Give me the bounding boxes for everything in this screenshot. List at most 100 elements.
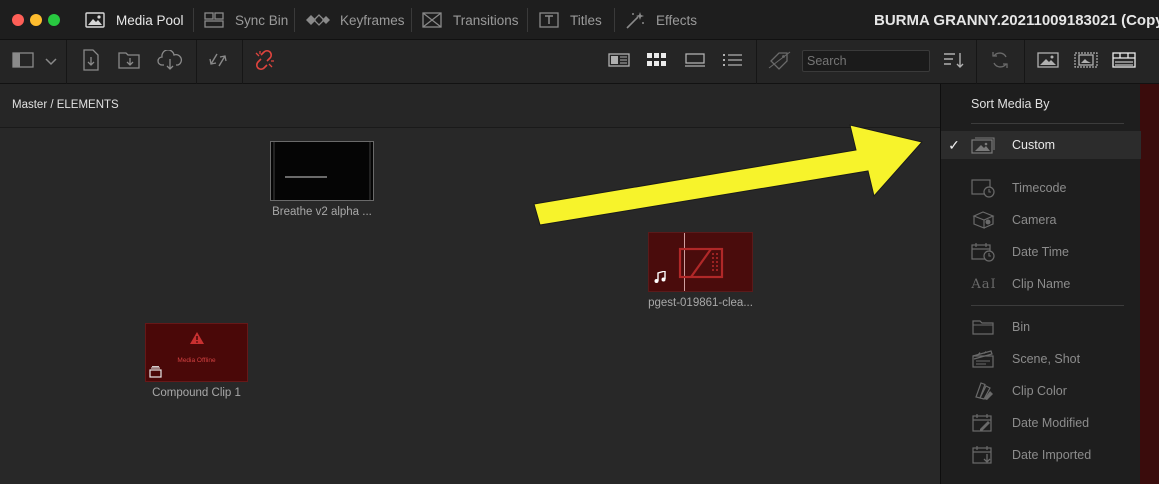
breadcrumb[interactable]: Master / ELEMENTS xyxy=(12,99,119,111)
keyframes-icon xyxy=(304,11,330,29)
media-offline-badge: Media Offline xyxy=(177,357,216,364)
sort-option-bin[interactable]: Bin xyxy=(941,313,1141,341)
filmstrip-view-button[interactable] xyxy=(682,48,708,76)
split-view-button[interactable] xyxy=(1110,48,1138,76)
menu-item-label: Bin xyxy=(1012,320,1031,334)
tab-divider xyxy=(294,8,295,32)
import-folder-button[interactable] xyxy=(116,48,144,76)
sort-option-scene-shot[interactable]: Scene, Shot xyxy=(941,345,1141,373)
sort-option-custom[interactable]: ✓ Custom xyxy=(941,131,1141,159)
metadata-tag-button[interactable] xyxy=(766,48,794,76)
toolbar-divider xyxy=(66,40,67,84)
sort-option-date-time[interactable]: Date Time xyxy=(941,238,1141,266)
sidebar-options-button[interactable] xyxy=(40,48,62,76)
thumbnail-view-button[interactable] xyxy=(644,48,670,76)
toolbar-divider xyxy=(1024,40,1025,84)
menu-header: Sort Media By xyxy=(971,97,1050,111)
import-folder-icon xyxy=(118,50,142,75)
chevron-down-icon xyxy=(45,53,57,71)
filmstrip-view-icon xyxy=(684,52,706,72)
sidebar-icon xyxy=(12,51,34,73)
camera-icon xyxy=(971,210,997,230)
timecode-icon xyxy=(971,178,997,198)
menu-item-label: Scene, Shot xyxy=(1012,352,1081,366)
menu-divider xyxy=(971,305,1124,306)
sync-bin-icon xyxy=(203,11,225,29)
import-media-button[interactable] xyxy=(78,48,104,76)
toolbar-divider xyxy=(976,40,977,84)
clip-thumbnail[interactable] xyxy=(648,232,753,292)
broken-link-icon xyxy=(252,49,276,76)
sort-option-timecode[interactable]: Timecode xyxy=(941,174,1141,202)
tab-effects[interactable]: Effects xyxy=(624,0,697,40)
sort-icon xyxy=(943,51,965,74)
refresh-button[interactable] xyxy=(986,48,1014,76)
metadata-view-icon xyxy=(608,52,630,72)
app-window: Media Pool Sync Bin Keyframes Transition… xyxy=(0,0,1159,484)
tab-titles[interactable]: Titles xyxy=(538,0,602,40)
clip-name-icon: AaI xyxy=(971,276,997,292)
tab-label: Transitions xyxy=(453,12,519,28)
top-tab-bar: Media Pool Sync Bin Keyframes Transition… xyxy=(0,0,1159,40)
clip-color-icon xyxy=(971,381,997,401)
zoom-window-button[interactable] xyxy=(48,14,60,26)
cloud-import-button[interactable] xyxy=(156,48,184,76)
sort-option-camera[interactable]: Camera xyxy=(941,206,1141,234)
tab-divider xyxy=(411,8,412,32)
project-title: BURMA GRANNY.20211009183021 (Copy xyxy=(874,12,1159,29)
clip-inspector-view-button[interactable] xyxy=(1072,48,1100,76)
toolbar-divider xyxy=(756,40,757,84)
toolbar-divider xyxy=(196,40,197,84)
tab-label: Titles xyxy=(570,12,602,28)
toggle-sidebar-button[interactable] xyxy=(10,48,36,76)
media-pool-content: Breathe v2 alpha ... pgest-019861-clea..… xyxy=(0,129,940,484)
audio-note-icon xyxy=(654,270,666,286)
bin-path-bar: Master / ELEMENTS xyxy=(0,84,940,128)
tab-keyframes[interactable]: Keyframes xyxy=(304,0,405,40)
custom-sort-icon xyxy=(971,135,997,155)
tab-label: Media Pool xyxy=(116,12,184,28)
sort-option-clip-color[interactable]: Clip Color xyxy=(941,377,1141,405)
tab-transitions[interactable]: Transitions xyxy=(421,0,519,40)
sort-option-date-imported[interactable]: Date Imported xyxy=(941,441,1141,469)
clip-thumbnail[interactable] xyxy=(270,141,374,201)
sort-media-button[interactable] xyxy=(940,48,968,76)
tab-label: Keyframes xyxy=(340,12,405,28)
date-imported-icon xyxy=(971,445,997,465)
relink-button[interactable] xyxy=(204,48,232,76)
menu-item-label: Custom xyxy=(1012,138,1056,152)
clip-label: pgest-019861-clea... xyxy=(648,297,753,309)
image-icon xyxy=(1037,51,1059,73)
metadata-view-button[interactable] xyxy=(606,48,632,76)
date-modified-icon xyxy=(971,413,997,433)
menu-item-label: Date Time xyxy=(1012,245,1069,259)
tab-sync-bin[interactable]: Sync Bin xyxy=(203,0,288,40)
thumbnail-edge xyxy=(369,142,371,200)
date-time-icon xyxy=(971,242,997,262)
clip-thumbnail[interactable]: Media Offline xyxy=(145,323,248,382)
checkmark-icon: ✓ xyxy=(948,136,960,153)
grid-icon xyxy=(647,52,667,72)
refresh-icon xyxy=(990,50,1010,75)
tab-media-pool[interactable]: Media Pool xyxy=(84,0,184,40)
media-pool-toolbar xyxy=(0,40,1159,84)
menu-item-label: Clip Color xyxy=(1012,384,1067,398)
close-window-button[interactable] xyxy=(12,14,24,26)
still-image-view-button[interactable] xyxy=(1034,48,1062,76)
compound-clip-icon xyxy=(149,365,162,383)
tab-label: Effects xyxy=(656,12,698,28)
sort-option-date-modified[interactable]: Date Modified xyxy=(941,409,1141,437)
sort-option-clip-name[interactable]: AaI Clip Name xyxy=(941,270,1141,298)
menu-item-label: Date Modified xyxy=(1012,416,1090,430)
list-view-button[interactable] xyxy=(720,48,746,76)
tab-divider xyxy=(193,8,194,32)
clip-label: Breathe v2 alpha ... xyxy=(272,206,372,218)
film-frame-icon xyxy=(1074,51,1098,73)
menu-item-label: Camera xyxy=(1012,213,1057,227)
search-input[interactable] xyxy=(802,50,930,72)
bin-icon xyxy=(971,317,997,337)
minimize-window-button[interactable] xyxy=(30,14,42,26)
transitions-icon xyxy=(421,11,443,29)
viewer-edge-strip xyxy=(1140,84,1159,484)
unlink-button[interactable] xyxy=(250,48,278,76)
